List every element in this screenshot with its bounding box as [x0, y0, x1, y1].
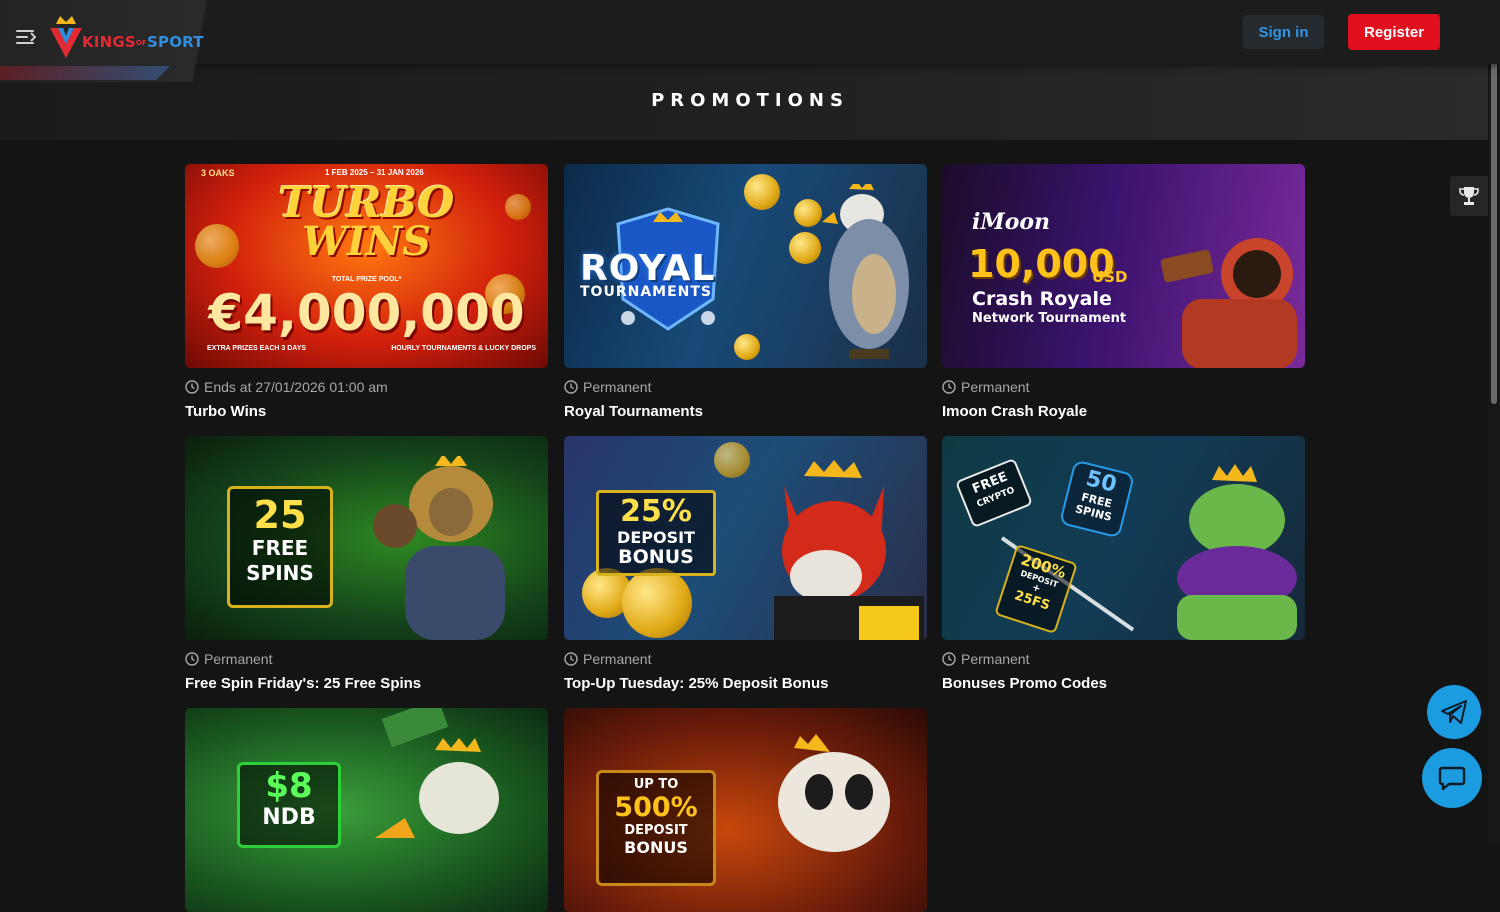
kings-of-sport-logo[interactable]: KINGSOFSPORT [48, 14, 238, 62]
banner-currency: USD [1092, 268, 1128, 286]
banner-line-2: 500% [614, 792, 698, 823]
promo-card-bonuses-promo-codes[interactable]: FREE CRYPTO 50 FREE SPINS 200% DEPOSIT +… [942, 436, 1305, 692]
promo-title[interactable]: Bonuses Promo Codes [942, 675, 1305, 692]
promo-title[interactable]: Free Spin Friday's: 25 Free Spins [185, 675, 548, 692]
logo-area: KINGSOFSPORT [0, 0, 280, 82]
sign-in-button[interactable]: Sign in [1243, 15, 1324, 49]
clock-icon [185, 652, 199, 666]
tournaments-side-tab[interactable] [1450, 176, 1488, 216]
promo-status: Permanent [564, 378, 927, 396]
promo-banner: iMoon 10,000 USD Crash Royale Network To… [942, 164, 1305, 368]
telegram-button[interactable] [1427, 685, 1481, 739]
clock-icon [185, 380, 199, 394]
promo-status-text: Permanent [961, 651, 1030, 667]
astronaut-mascot-icon [1160, 238, 1297, 368]
banner-brand: 3 OAKS [201, 168, 235, 178]
banner-footer-left: EXTRA PRIZES EACH 3 DAYS [207, 345, 307, 352]
clock-icon [564, 652, 578, 666]
promo-status-text: Permanent [204, 651, 273, 667]
banner-line-3: SPINS [246, 561, 314, 585]
banner-line-2: DEPOSIT [617, 528, 695, 547]
banner-headline: Crash Royale [972, 288, 1112, 310]
deposit-bonus-box: 25% DEPOSIT BONUS [596, 490, 716, 576]
banner-line-1: $8 [265, 766, 313, 806]
promo-status: Permanent [942, 650, 1305, 668]
promo-card-royal-tournaments[interactable]: ROYAL TOURNAMENTS Permanent Royal Tourna… [564, 164, 927, 420]
promo-card-free-spin-friday[interactable]: 25 FREE SPINS Permanent Free Spin Friday… [185, 436, 548, 692]
promo-banner: ROYAL TOURNAMENTS [564, 164, 927, 368]
badger-mascot-icon [778, 734, 890, 852]
banner-line-2: FREE [251, 536, 309, 560]
fox-mascot-icon [774, 460, 924, 640]
clock-icon [942, 652, 956, 666]
duck-mascot-icon [375, 738, 499, 838]
frog-mascot-icon [1177, 464, 1297, 640]
banner-line-3: BONUS [618, 546, 694, 568]
logo-decorative-stripe [0, 66, 170, 80]
promo-title[interactable]: Turbo Wins [185, 403, 548, 420]
promo-status-text: Permanent [583, 379, 652, 395]
promo-status-text: Permanent [583, 651, 652, 667]
ndb-box: $8 NDB [237, 762, 341, 848]
menu-collapse-icon[interactable] [16, 29, 36, 45]
banner-line-2: NDB [262, 805, 316, 830]
free-spins-box: 25 FREE SPINS [227, 486, 333, 608]
banner-pool-label: TOTAL PRIZE POOL* [331, 276, 402, 283]
promo-banner: 25 FREE SPINS [185, 436, 548, 640]
promo-card-imoon-crash-royale[interactable]: iMoon 10,000 USD Crash Royale Network To… [942, 164, 1305, 420]
promo-card-turbo-wins[interactable]: 3 OAKS 1 FEB 2025 – 31 JAN 2026 TURBO WI… [185, 164, 548, 420]
chat-icon [1438, 766, 1466, 791]
deposit-tag: 200% DEPOSIT + 25FS [994, 543, 1078, 635]
banner-subheadline: TOURNAMENTS [580, 284, 712, 300]
promo-title[interactable]: Imoon Crash Royale [942, 403, 1305, 420]
banner-line-1: 25% [620, 494, 692, 529]
banner-amount: €4,000,000 [208, 284, 525, 342]
promo-status: Permanent [564, 650, 927, 668]
page-scrollbar[interactable] [1488, 0, 1500, 844]
logo-of-text: OF [135, 39, 148, 47]
logo-sport-text: SPORT [147, 33, 204, 51]
banner-dates: 1 FEB 2025 – 31 JAN 2026 [325, 168, 424, 177]
clock-icon [942, 380, 956, 394]
logo-wordmark: KINGSOFSPORT [82, 33, 204, 51]
promo-card-top-up-tuesday[interactable]: 25% DEPOSIT BONUS Permanent Top-Up Tuesd… [564, 436, 927, 692]
register-button[interactable]: Register [1348, 14, 1440, 50]
crown-logo-icon [50, 16, 82, 58]
free-crypto-tag: FREE CRYPTO [954, 457, 1034, 529]
promo-status-text: Permanent [961, 379, 1030, 395]
promo-banner: 25% DEPOSIT BONUS [564, 436, 927, 640]
promo-status: Ends at 27/01/2026 01:00 am [185, 378, 548, 396]
banner-line-1: 25 [253, 493, 307, 537]
banner-line-3: DEPOSIT [624, 823, 688, 838]
promo-title[interactable]: Top-Up Tuesday: 25% Deposit Bonus [564, 675, 927, 692]
eagle-mascot-icon [822, 184, 909, 359]
logo-kings-text: KINGS [82, 33, 136, 51]
promo-card-500-deposit[interactable]: UP TO 500% DEPOSIT BONUS [564, 708, 927, 912]
promo-status: Permanent [185, 650, 548, 668]
scrollbar-thumb[interactable] [1491, 14, 1497, 404]
banner-line-4: BONUS [624, 838, 688, 857]
telegram-icon [1441, 700, 1467, 724]
promo-banner: UP TO 500% DEPOSIT BONUS [564, 708, 927, 912]
trophy-icon [1459, 187, 1479, 205]
lion-mascot-icon [373, 456, 505, 640]
banner-brand: iMoon [972, 209, 1051, 235]
page-title: PROMOTIONS [651, 90, 849, 111]
banner-line-1: UP TO [633, 777, 679, 792]
free-spins-tag: 50 FREE SPINS [1058, 459, 1136, 539]
promo-banner: $8 NDB [185, 708, 548, 912]
banner-footer-right: HOURLY TOURNAMENTS & LUCKY DROPS [391, 345, 536, 352]
clock-icon [564, 380, 578, 394]
promo-status: Permanent [942, 378, 1305, 396]
banner-subheadline: Network Tournament [972, 311, 1127, 326]
promo-banner: FREE CRYPTO 50 FREE SPINS 200% DEPOSIT +… [942, 436, 1305, 640]
promo-banner: 3 OAKS 1 FEB 2025 – 31 JAN 2026 TURBO WI… [185, 164, 548, 368]
promo-status-text: Ends at 27/01/2026 01:00 am [204, 379, 388, 395]
promo-card-8-ndb[interactable]: $8 NDB [185, 708, 548, 912]
deposit-bonus-box: UP TO 500% DEPOSIT BONUS [596, 770, 716, 886]
live-chat-button[interactable] [1422, 748, 1482, 808]
banner-headline-2: WINS [301, 218, 432, 265]
banner-headline: ROYAL [580, 248, 716, 289]
promo-title[interactable]: Royal Tournaments [564, 403, 927, 420]
